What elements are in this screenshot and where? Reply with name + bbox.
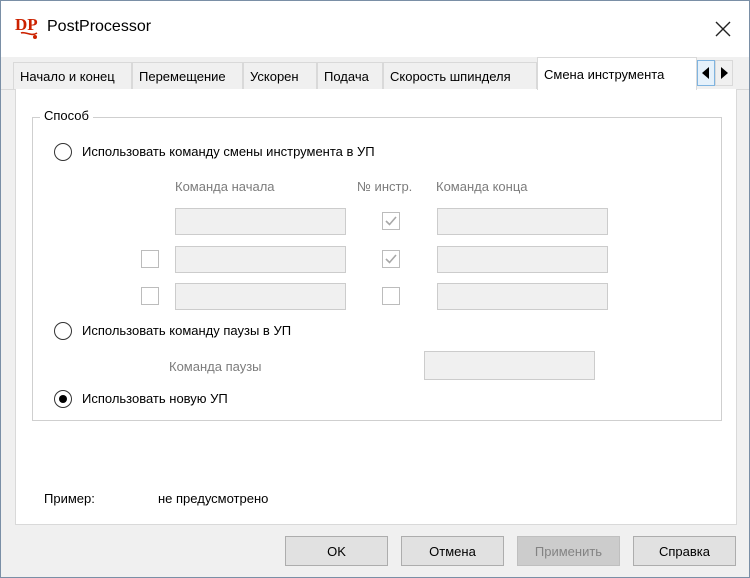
tab-scroll-left-button[interactable] [697, 60, 715, 86]
checkmark-icon [385, 216, 397, 226]
start-command-field-1[interactable] [175, 208, 346, 235]
checkmark-icon [385, 254, 397, 264]
ok-button[interactable]: OK [285, 536, 388, 566]
col-tool-number-label: № инстр. [357, 179, 413, 194]
tab-feed[interactable]: Подача [317, 62, 383, 89]
col-end-command-label: Команда конца [436, 179, 528, 194]
radio-new-program[interactable] [54, 390, 72, 408]
tab-acceleration[interactable]: Ускорен [243, 62, 317, 89]
help-button[interactable]: Справка [633, 536, 736, 566]
dialog-window: DP PostProcessor Начало и конец Перемеще… [0, 0, 750, 578]
tab-spindle-speed[interactable]: Скорость шпинделя [383, 62, 537, 89]
start-command-field-3[interactable] [175, 283, 346, 310]
svg-text:DP: DP [15, 15, 38, 34]
radio-tool-change[interactable] [54, 143, 72, 161]
arrow-right-icon [721, 67, 728, 79]
row-enable-checkbox-2[interactable] [141, 250, 159, 268]
window-title: PostProcessor [47, 18, 152, 35]
tab-scroll-right-button[interactable] [715, 60, 733, 86]
tool-number-checkbox-2[interactable] [382, 250, 400, 268]
radio-pause-label: Использовать команду паузы в УП [82, 323, 292, 338]
radio-tool-change-label: Использовать команду смены инструмента в… [82, 144, 375, 159]
example-label: Пример: [44, 491, 95, 506]
apply-button[interactable]: Применить [517, 536, 620, 566]
method-groupbox [32, 117, 722, 421]
end-command-field-3[interactable] [437, 283, 608, 310]
start-command-field-2[interactable] [175, 246, 346, 273]
col-start-command-label: Команда начала [175, 179, 275, 194]
tool-number-checkbox-3[interactable] [382, 287, 400, 305]
title-bar: DP PostProcessor [1, 1, 749, 57]
close-icon[interactable] [709, 15, 737, 43]
postprocessor-logo-icon: DP [15, 15, 38, 39]
tab-page-tool-change: Способ Использовать команду смены инстру… [15, 89, 737, 525]
tab-strip: Начало и конец Перемещение Ускорен Подач… [1, 57, 749, 90]
tab-start-end[interactable]: Начало и конец [13, 62, 132, 89]
arrow-left-icon [702, 67, 709, 79]
end-command-field-2[interactable] [437, 246, 608, 273]
tool-number-checkbox-1[interactable] [382, 212, 400, 230]
cancel-button[interactable]: Отмена [401, 536, 504, 566]
radio-pause[interactable] [54, 322, 72, 340]
row-enable-checkbox-3[interactable] [141, 287, 159, 305]
end-command-field-1[interactable] [437, 208, 608, 235]
pause-command-field[interactable] [424, 351, 595, 380]
radio-new-program-label: Использовать новую УП [82, 391, 228, 406]
tab-movement[interactable]: Перемещение [132, 62, 243, 89]
example-value: не предусмотрено [158, 491, 269, 506]
pause-command-label: Команда паузы [169, 359, 262, 374]
tab-tool-change[interactable]: Смена инструмента [537, 57, 697, 90]
method-group-title: Способ [40, 108, 93, 123]
radio-selected-dot [59, 395, 67, 403]
